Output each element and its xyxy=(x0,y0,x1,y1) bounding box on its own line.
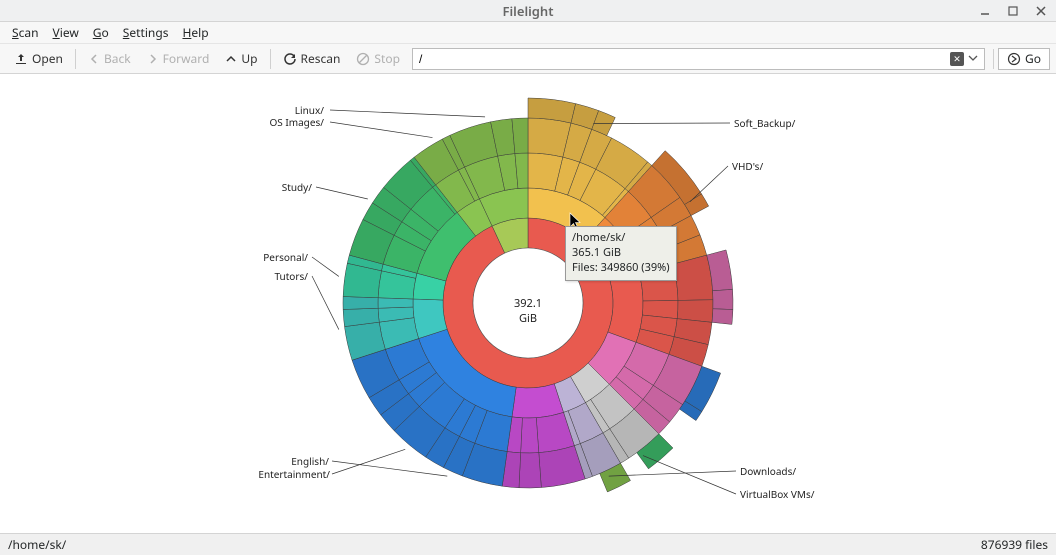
center-size-label: 392.1 GiB xyxy=(504,296,552,326)
menu-go[interactable]: Go xyxy=(87,22,115,43)
menu-scan[interactable]: Scan xyxy=(6,22,45,43)
stop-icon xyxy=(356,52,370,66)
label-personal: Personal/ xyxy=(248,250,308,264)
tooltip: /home/sk/ 365.1 GiB Files: 349860 (39%) xyxy=(565,226,677,281)
upload-icon xyxy=(14,52,28,66)
chevron-left-icon xyxy=(88,53,100,65)
label-tutors: Tutors/ xyxy=(258,269,308,283)
tooltip-path: /home/sk/ xyxy=(572,231,670,246)
minimize-button[interactable] xyxy=(974,3,996,19)
rescan-label: Rescan xyxy=(301,50,341,67)
location-input[interactable] xyxy=(417,51,950,67)
status-bar: /home/sk/ 876939 files xyxy=(0,533,1056,555)
toolbar: Open Back Forward Up Rescan Stop ✕ Go xyxy=(0,44,1056,74)
clear-location-icon[interactable]: ✕ xyxy=(950,52,964,66)
chevron-right-icon xyxy=(147,53,159,65)
menu-help[interactable]: Help xyxy=(176,22,214,43)
separator xyxy=(993,49,994,69)
up-button[interactable]: Up xyxy=(217,47,265,70)
label-os-images: OS Images/ xyxy=(247,115,324,129)
go-label: Go xyxy=(1025,50,1041,67)
title-bar: Filelight xyxy=(0,0,1056,22)
label-vhds: VHD's/ xyxy=(732,159,763,173)
tooltip-size: 365.1 GiB xyxy=(572,246,670,261)
separator xyxy=(75,49,76,69)
forward-label: Forward xyxy=(163,50,210,67)
tooltip-files: Files: 349860 (39%) xyxy=(572,261,670,276)
label-study: Study/ xyxy=(262,180,312,194)
label-downloads: Downloads/ xyxy=(740,464,796,478)
location-bar[interactable]: ✕ xyxy=(412,48,985,70)
label-soft-backup: Soft_Backup/ xyxy=(734,116,795,130)
open-label: Open xyxy=(32,50,63,67)
label-virtualbox: VirtualBox VMs/ xyxy=(740,487,815,501)
chevron-up-icon xyxy=(225,53,237,65)
label-english: English/ xyxy=(279,454,329,468)
forward-button: Forward xyxy=(139,47,218,70)
close-button[interactable] xyxy=(1030,3,1052,19)
go-button[interactable]: Go xyxy=(998,48,1050,70)
sunburst-view[interactable]: 392.1 GiB Linux/ OS Images/ Study/ Perso… xyxy=(0,74,1056,533)
status-path: /home/sk/ xyxy=(8,536,66,553)
window-title: Filelight xyxy=(502,2,553,20)
reload-icon xyxy=(283,52,297,66)
separator xyxy=(270,49,271,69)
maximize-button[interactable] xyxy=(1002,3,1024,19)
label-entertainment: Entertainment/ xyxy=(240,467,330,481)
open-button[interactable]: Open xyxy=(6,47,71,70)
stop-button: Stop xyxy=(348,47,408,70)
status-files: 876939 files xyxy=(981,536,1048,553)
location-dropdown-icon[interactable] xyxy=(966,50,980,67)
back-label: Back xyxy=(104,50,131,67)
menu-bar: Scan View Go Settings Help xyxy=(0,22,1056,44)
go-arrow-icon xyxy=(1007,52,1021,66)
menu-view[interactable]: View xyxy=(47,22,85,43)
menu-settings[interactable]: Settings xyxy=(117,22,175,43)
stop-label: Stop xyxy=(374,50,400,67)
rescan-button[interactable]: Rescan xyxy=(275,47,349,70)
back-button: Back xyxy=(80,47,139,70)
up-label: Up xyxy=(241,50,257,67)
